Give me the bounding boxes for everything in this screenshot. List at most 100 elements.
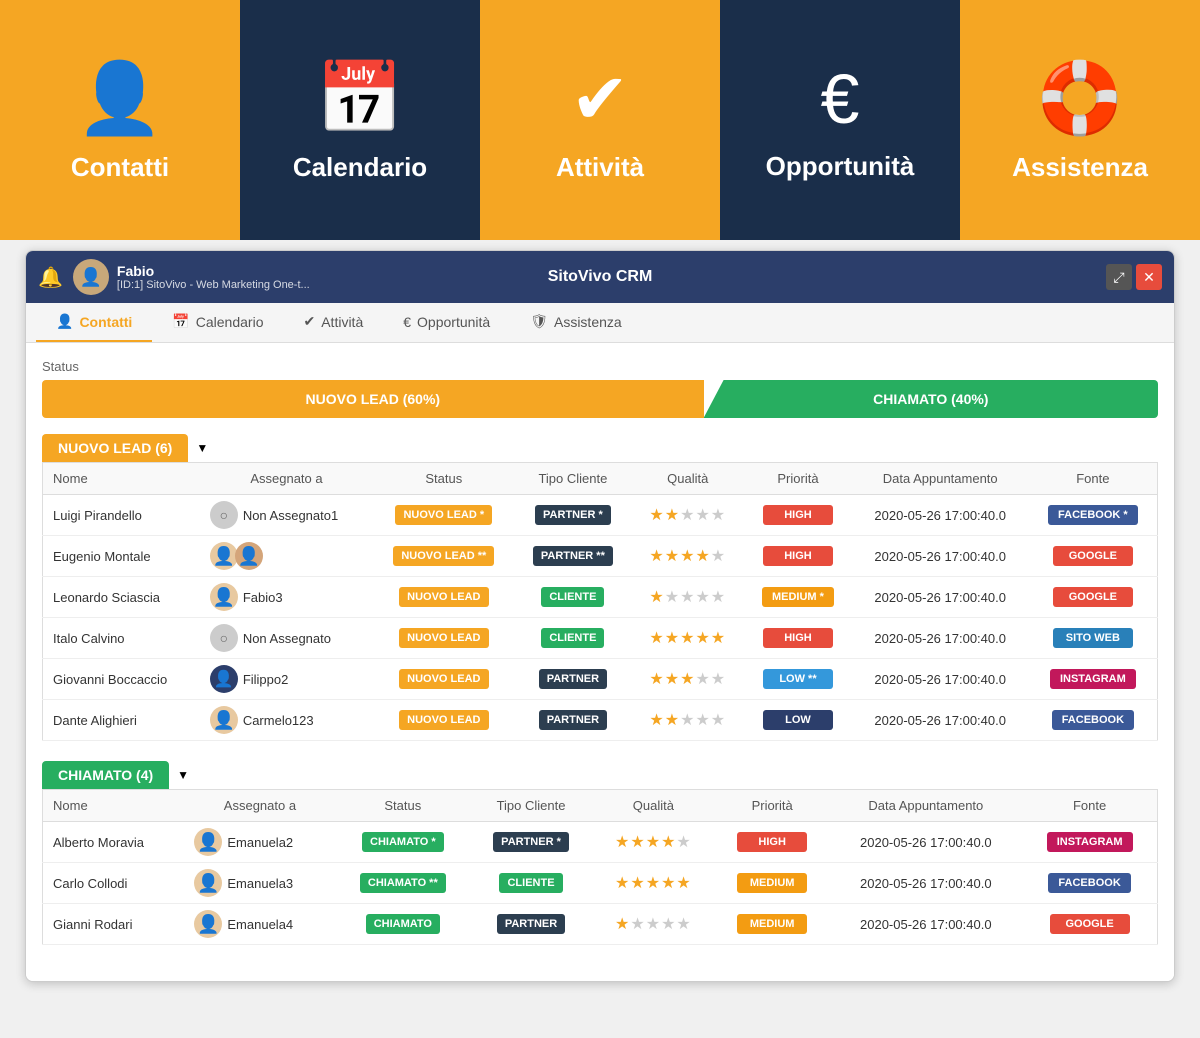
tab-attivita[interactable]: ✔ Attività [283,303,383,342]
cell-tipo: PARTNER * [470,822,592,863]
col-assegnato-c: Assegnato a [184,790,335,822]
cell-assegnato: 👤Carmelo123 [200,700,373,741]
banner-item-calendario[interactable]: 📅 Calendario [240,0,480,240]
col-tipo-c: Tipo Cliente [470,790,592,822]
cell-fonte: INSTAGRAM [1022,822,1157,863]
cell-assegnato: 👤Emanuela4 [184,904,335,945]
banner-item-contatti[interactable]: 👤 Contatti [0,0,240,240]
cell-tipo: CLIENTE [514,577,631,618]
cell-qualita: ★★★★★ [631,700,744,741]
status-bar: NUOVO LEAD (60%) CHIAMATO (40%) [42,380,1158,418]
col-status-c: Status [335,790,470,822]
cell-assegnato: 👤Filippo2 [200,659,373,700]
avatar-pair1: 👤 [210,542,238,570]
cell-data: 2020-05-26 17:00:40.0 [829,904,1022,945]
chiamato-collapse[interactable]: ▼ [177,768,189,782]
cell-tipo: CLIENTE [514,618,631,659]
tab-attivita-label: Attività [321,314,363,330]
nuovo-lead-collapse[interactable]: ▼ [196,441,208,455]
col-fonte-c: Fonte [1022,790,1157,822]
cell-priorita: MEDIUM * [744,577,851,618]
table-row[interactable]: Italo Calvino ○Non Assegnato NUOVO LEAD … [43,618,1158,659]
opportunita-label: Opportunità [766,151,915,182]
status-section: Status NUOVO LEAD (60%) CHIAMATO (40%) [42,359,1158,418]
avatar-pair2: 👤 [235,542,263,570]
table-row[interactable]: Gianni Rodari 👤Emanuela4 CHIAMATO PARTNE… [43,904,1158,945]
banner-item-opportunita[interactable]: € Opportunità [720,0,960,240]
cell-status: NUOVO LEAD ** [373,536,514,577]
cell-fonte: SITO WEB [1029,618,1158,659]
cell-tipo: PARTNER [514,659,631,700]
tab-opportunita[interactable]: € Opportunità [383,303,510,342]
cell-status: NUOVO LEAD * [373,495,514,536]
cell-qualita: ★★★★★ [592,822,715,863]
table-row[interactable]: Luigi Pirandello ○Non Assegnato1 NUOVO L… [43,495,1158,536]
cell-fonte: FACEBOOK * [1029,495,1158,536]
cell-fonte: GOOGLE [1022,904,1157,945]
bell-icon[interactable]: 🔔 [38,265,63,290]
table-row[interactable]: Leonardo Sciascia 👤Fabio3 NUOVO LEAD CLI… [43,577,1158,618]
cell-qualita: ★★★★★ [592,904,715,945]
maximize-button[interactable]: ⤢ [1106,264,1132,290]
tab-opportunita-label: Opportunità [417,314,490,330]
avatar-person: 👤 [210,583,238,611]
cell-nome: Italo Calvino [43,618,200,659]
cell-data: 2020-05-26 17:00:40.0 [852,495,1029,536]
cell-status: CHIAMATO * [335,822,470,863]
banner-item-attivita[interactable]: ✔ Attività [480,0,720,240]
table-row[interactable]: Alberto Moravia 👤Emanuela2 CHIAMATO * PA… [43,822,1158,863]
cell-data: 2020-05-26 17:00:40.0 [852,577,1029,618]
col-qualita: Qualità [631,463,744,495]
cell-qualita: ★★★★★ [631,536,744,577]
crm-header: 🔔 👤 Fabio [ID:1] SitoVivo - Web Marketin… [26,251,1174,303]
nuovo-lead-header: NUOVO LEAD (6) [42,434,188,462]
assistenza-icon: 🛟 [1036,58,1123,140]
cell-status: NUOVO LEAD [373,618,514,659]
cell-nome: Carlo Collodi [43,863,185,904]
cell-assegnato: 👤Fabio3 [200,577,373,618]
col-status: Status [373,463,514,495]
opportunita-icon: € [403,314,411,330]
cell-qualita: ★★★★★ [631,495,744,536]
cell-fonte: GOOGLE [1029,536,1158,577]
avatar-person: 👤 [194,869,222,897]
attivita-icon: ✔ [571,58,630,140]
crm-title: SitoVivo CRM [548,268,653,286]
calendario-icon: 📅 [172,313,189,330]
crm-content: Status NUOVO LEAD (60%) CHIAMATO (40%) N… [26,343,1174,981]
assistenza-icon: 🛡 [530,313,548,330]
banner-item-assistenza[interactable]: 🛟 Assistenza [960,0,1200,240]
attivita-label: Attività [556,152,644,183]
contatti-icon: 👤 [76,58,163,140]
tab-calendario[interactable]: 📅 Calendario [152,303,283,342]
crm-nav: 👤 Contatti 📅 Calendario ✔ Attività € Opp… [26,303,1174,343]
col-tipo: Tipo Cliente [514,463,631,495]
tab-contatti[interactable]: 👤 Contatti [36,303,152,342]
cell-fonte: GOOGLE [1029,577,1158,618]
chiamato-title-row: CHIAMATO (4) ▼ [42,761,1158,789]
close-button[interactable]: ✕ [1136,264,1162,290]
table-row[interactable]: Giovanni Boccaccio 👤Filippo2 NUOVO LEAD … [43,659,1158,700]
user-name: Fabio [117,263,310,279]
cell-data: 2020-05-26 17:00:40.0 [852,659,1029,700]
status-chiamato[interactable]: CHIAMATO (40%) [704,380,1158,418]
avatar-person: 👤 [210,706,238,734]
col-nome-c: Nome [43,790,185,822]
tab-assistenza[interactable]: 🛡 Assistenza [510,303,641,342]
status-nuovo-lead[interactable]: NUOVO LEAD (60%) [42,380,704,418]
chiamato-section: CHIAMATO (4) ▼ Nome Assegnato a Status T… [42,761,1158,945]
col-data-c: Data Appuntamento [829,790,1022,822]
tab-calendario-label: Calendario [196,314,264,330]
contatti-icon: 👤 [56,313,73,330]
col-data: Data Appuntamento [852,463,1029,495]
cell-assegnato: ○Non Assegnato1 [200,495,373,536]
window-controls: ⤢ ✕ [1106,264,1162,290]
cell-assegnato: 👤Emanuela2 [184,822,335,863]
cell-priorita: MEDIUM [715,904,829,945]
chiamato-table: Nome Assegnato a Status Tipo Cliente Qua… [42,789,1158,945]
table-row[interactable]: Carlo Collodi 👤Emanuela3 CHIAMATO ** CLI… [43,863,1158,904]
table-row[interactable]: Dante Alighieri 👤Carmelo123 NUOVO LEAD P… [43,700,1158,741]
calendario-icon: 📅 [316,58,403,140]
table-row[interactable]: Eugenio Montale 👤👤 NUOVO LEAD ** PARTNER… [43,536,1158,577]
cell-nome: Luigi Pirandello [43,495,200,536]
